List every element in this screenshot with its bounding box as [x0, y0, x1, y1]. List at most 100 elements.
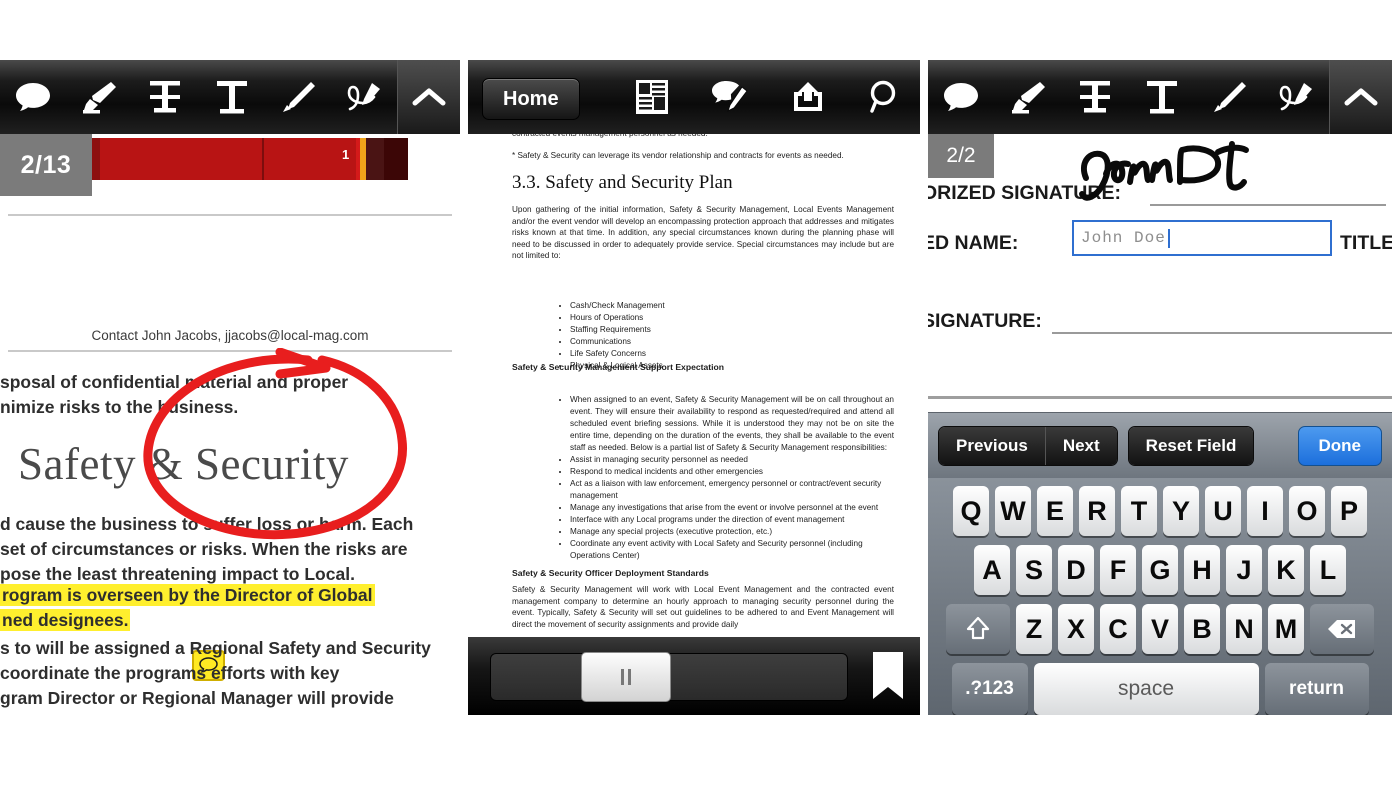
page-scrubber[interactable] — [490, 652, 848, 702]
annotation-toolbar — [0, 60, 460, 134]
pause-handle-icon[interactable] — [581, 652, 671, 702]
list-item: Manage any special projects (executive p… — [570, 526, 894, 538]
document-page-2[interactable]: contracted events management personnel a… — [468, 134, 920, 637]
document-page-1[interactable]: Contact John Jacobs, jjacobs@local-mag.c… — [0, 200, 460, 715]
list-item: Life Safety Concerns — [570, 348, 894, 360]
key-E[interactable]: E — [1037, 486, 1073, 536]
strikethrough-text-icon[interactable] — [1069, 71, 1121, 123]
printed-name-label: ED NAME: — [928, 232, 1019, 254]
pause-bars — [621, 669, 631, 685]
key-B[interactable]: B — [1184, 604, 1220, 654]
pen-icon[interactable] — [1203, 71, 1255, 123]
body-line-3: d cause the business to suffer loss or h… — [0, 514, 414, 534]
body-line-7: coordinate the programs efforts with key — [0, 663, 340, 683]
list-item: Staffing Requirements — [570, 324, 894, 336]
doc2-footnote: * Safety & Security can leverage its ven… — [512, 151, 844, 160]
key-R[interactable]: R — [1079, 486, 1115, 536]
highlight-text-2: ned designees. — [0, 609, 131, 631]
doc2-bullets-2: When assigned to an event, Safety & Secu… — [530, 394, 894, 562]
return-key[interactable]: return — [1264, 663, 1369, 715]
comment-icon[interactable] — [935, 71, 987, 123]
key-H[interactable]: H — [1184, 545, 1220, 595]
strikethrough-text-icon[interactable] — [139, 71, 191, 123]
printed-name-value: John Doe — [1081, 229, 1166, 247]
key-F[interactable]: F — [1100, 545, 1136, 595]
key-D[interactable]: D — [1058, 545, 1094, 595]
done-button[interactable]: Done — [1297, 426, 1382, 466]
keyboard-row-1: Q W E R T Y U I O P — [932, 486, 1388, 536]
key-Z[interactable]: Z — [1016, 604, 1052, 654]
key-P[interactable]: P — [1331, 486, 1367, 536]
text-icon[interactable] — [1136, 71, 1188, 123]
pen-icon[interactable] — [272, 71, 324, 123]
key-J[interactable]: J — [1226, 545, 1262, 595]
key-V[interactable]: V — [1142, 604, 1178, 654]
signature-icon[interactable] — [1270, 71, 1322, 123]
previous-button[interactable]: Previous — [939, 427, 1045, 465]
key-U[interactable]: U — [1205, 486, 1241, 536]
highlighter-icon[interactable] — [1002, 71, 1054, 123]
key-I[interactable]: I — [1247, 486, 1283, 536]
key-L[interactable]: L — [1310, 545, 1346, 595]
numbers-key[interactable]: .?123 — [951, 663, 1028, 715]
list-item: Coordinate any event activity with Local… — [570, 538, 894, 562]
annotate-icon[interactable] — [704, 71, 756, 123]
next-button[interactable]: Next — [1044, 427, 1117, 465]
keyboard-accessory-bar: Previous Next Reset Field Done — [928, 412, 1392, 479]
list-item: Hours of Operations — [570, 312, 894, 324]
home-button[interactable]: Home — [482, 78, 580, 120]
list-item: Assist in managing security personnel as… — [570, 454, 894, 466]
key-S[interactable]: S — [1016, 545, 1052, 595]
signature-icon[interactable] — [338, 71, 390, 123]
key-K[interactable]: K — [1268, 545, 1304, 595]
key-Y[interactable]: Y — [1163, 486, 1199, 536]
highlighted-line-1: rogram is overseen by the Director of Gl… — [0, 584, 375, 606]
doc2-heading: 3.3. Safety and Security Plan — [512, 172, 733, 193]
second-signature-label: SIGNATURE: — [928, 310, 1042, 332]
page-divider — [928, 396, 1392, 399]
doc2-subheading-1: Safety & Security Management Support Exp… — [512, 362, 725, 372]
printed-name-field[interactable]: John Doe — [1072, 220, 1332, 256]
prev-next-group: Previous Next — [938, 426, 1118, 466]
panel-annotation-view: 1 2/13 Contact John Jacobs, jjacobs@loca… — [0, 60, 460, 715]
space-key[interactable]: space — [1033, 663, 1259, 715]
shift-icon[interactable] — [946, 604, 1010, 654]
virtual-keyboard: Q W E R T Y U I O P A S D F G H J K L Z … — [928, 478, 1392, 715]
reset-field-button[interactable]: Reset Field — [1128, 427, 1254, 465]
reader-toolbar: Home — [468, 60, 920, 134]
panel-reader-view: Home contracted events management person… — [468, 60, 920, 715]
share-icon[interactable] — [782, 71, 834, 123]
annotation-tool-list — [0, 60, 397, 134]
document-page-3[interactable]: 2/2 O R I Z ED SIGNATURE: ED NAME: John Doe — [928, 134, 1392, 715]
body-line-4: set of circumstances or risks. When the … — [0, 539, 408, 559]
doc2-paragraph: Upon gathering of the initial informatio… — [512, 205, 894, 261]
key-X[interactable]: X — [1058, 604, 1094, 654]
keyboard-row-3: Z X C V B N M — [932, 604, 1388, 654]
backspace-icon[interactable] — [1310, 604, 1374, 654]
highlighter-icon[interactable] — [73, 71, 125, 123]
key-W[interactable]: W — [995, 486, 1031, 536]
chevron-up-icon[interactable] — [1330, 60, 1392, 134]
key-M[interactable]: M — [1268, 604, 1304, 654]
key-T[interactable]: T — [1121, 486, 1157, 536]
header-rule-bottom — [8, 350, 452, 352]
search-icon[interactable] — [860, 71, 912, 123]
page-thumbnail-band[interactable]: 1 2/13 — [0, 134, 460, 266]
chevron-up-icon[interactable] — [398, 60, 460, 134]
reset-field-group: Reset Field — [1127, 426, 1255, 466]
annotation-tool-list-2 — [928, 60, 1329, 134]
key-C[interactable]: C — [1100, 604, 1136, 654]
list-item: When assigned to an event, Safety & Secu… — [570, 394, 894, 454]
key-A[interactable]: A — [974, 545, 1010, 595]
comment-icon[interactable] — [7, 71, 59, 123]
outline-icon[interactable] — [626, 71, 678, 123]
bookmark-icon[interactable] — [870, 651, 906, 706]
text-icon[interactable] — [206, 71, 258, 123]
key-O[interactable]: O — [1289, 486, 1325, 536]
key-N[interactable]: N — [1226, 604, 1262, 654]
key-Q[interactable]: Q — [953, 486, 989, 536]
list-item: Act as a liaison with law enforcement, e… — [570, 478, 894, 502]
key-G[interactable]: G — [1142, 545, 1178, 595]
list-item: Manage any investigations that arise fro… — [570, 502, 894, 514]
title-label: TITLE: — [1340, 232, 1392, 254]
